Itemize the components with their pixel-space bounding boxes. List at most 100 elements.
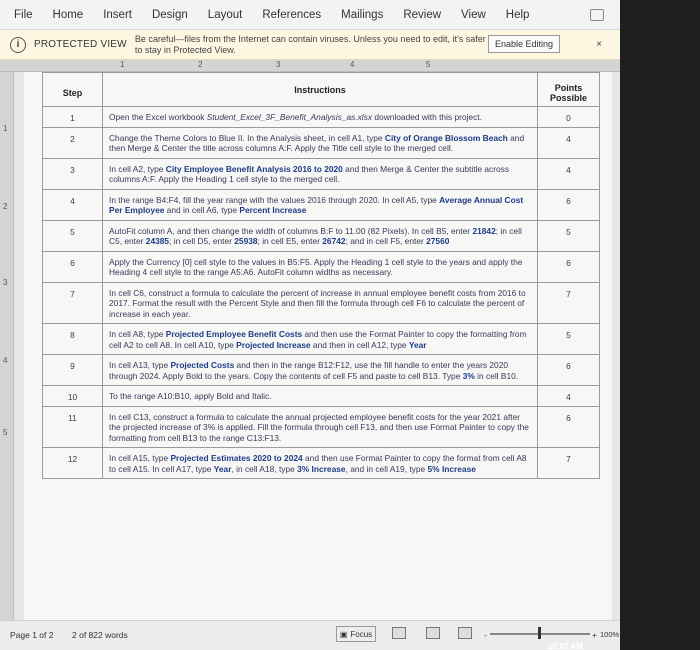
background-desktop <box>620 0 700 650</box>
instruction-segment: in cell B10. <box>474 370 519 381</box>
instruction-highlight: City of Orange Blossom Beach <box>384 132 508 143</box>
menu-mailings[interactable]: Mailings <box>341 9 383 21</box>
enable-editing-button[interactable]: Enable Editing <box>488 35 560 53</box>
points-value: 7 <box>537 447 600 479</box>
points-value: 0 <box>537 106 600 128</box>
instruction-segment: In cell A13, type <box>109 360 171 370</box>
instruction-highlight: Year <box>408 339 427 350</box>
table-row: 5 AutoFit column A, and then change the w… <box>42 219 600 252</box>
taskbar-clock: 10:07 AM <box>548 642 583 650</box>
instruction-segment: Student_Excel_3F_Benefit_Analysis_as.xls… <box>206 112 373 122</box>
zoom-in-button[interactable]: + <box>592 630 597 640</box>
instruction-text: To the range A10:B10, apply Bold and Ita… <box>102 385 538 407</box>
instruction-segment: ; in cell E5, enter <box>257 236 323 246</box>
table-row: 4 In the range B4:F4, fill the year range… <box>42 188 600 221</box>
step-number: 3 <box>42 157 103 190</box>
instruction-highlight: 26742 <box>322 236 346 246</box>
instruction-segment: AutoFit column A, and then change the wi… <box>109 225 473 236</box>
page-count[interactable]: Page 1 of 2 <box>10 630 53 640</box>
points-value: 4 <box>537 157 600 190</box>
instruction-text: Apply the Currency [0] cell style to the… <box>102 250 538 283</box>
header-step: Step <box>42 72 103 107</box>
step-number: 4 <box>42 188 103 221</box>
zoom-slider-knob[interactable] <box>538 627 541 639</box>
menu-help[interactable]: Help <box>506 9 530 21</box>
menu-view[interactable]: View <box>461 9 486 21</box>
step-number: 9 <box>42 354 103 386</box>
word-window: File Home Insert Design Layout Reference… <box>0 0 620 650</box>
vruler-tick: 1 <box>3 124 8 133</box>
ruler-tick: 2 <box>198 60 203 69</box>
table-row: 3 In cell A2, type City Employee Benefit … <box>42 157 600 190</box>
instruction-highlight: 5% Increase <box>427 463 476 474</box>
instruction-text: In cell A2, type City Employee Benefit A… <box>102 157 538 190</box>
instruction-segment: Change the Theme Colors to Blue II. In t… <box>109 132 385 143</box>
instruction-segment: ; in cell D5, enter <box>169 236 235 246</box>
instruction-segment: In the range B4:F4, fill the year range … <box>109 194 440 205</box>
menu-home[interactable]: Home <box>53 9 84 21</box>
table-header-row: Step Instructions Points Possible <box>42 72 600 107</box>
menu-file[interactable]: File <box>14 9 33 21</box>
comments-icon[interactable] <box>590 8 604 21</box>
menu-layout[interactable]: Layout <box>208 9 243 21</box>
points-value: 5 <box>537 219 600 252</box>
table-row: 7 In cell C6, construct a formula to calc… <box>42 281 600 324</box>
instruction-highlight: Projected Costs <box>170 360 235 370</box>
table-row: 6 Apply the Currency [0] cell style to th… <box>42 250 600 283</box>
word-count[interactable]: 2 of 822 words <box>72 630 128 640</box>
instruction-segment: Apply the Currency [0] cell style to the… <box>109 256 523 278</box>
instruction-text: Change the Theme Colors to Blue II. In t… <box>102 126 538 159</box>
table-body: 1 Open the Excel workbook Student_Excel_3… <box>42 106 600 479</box>
instruction-segment: and in cell A6, type <box>164 205 240 215</box>
menu-review[interactable]: Review <box>403 9 441 21</box>
points-value: 7 <box>537 281 600 324</box>
step-number: 5 <box>42 219 103 252</box>
protected-view-message: Be careful—files from the Internet can c… <box>134 33 486 55</box>
focus-button[interactable]: ▣ Focus <box>336 626 376 642</box>
menu-design[interactable]: Design <box>152 9 188 21</box>
instruction-segment: In cell A8, type <box>109 329 166 339</box>
step-number: 8 <box>42 323 103 355</box>
instruction-segment: Open the Excel workbook <box>109 112 207 122</box>
ruler-tick: 4 <box>350 60 355 69</box>
instruction-segment: In cell C6, construct a formula to calcu… <box>109 287 526 319</box>
instructions-table: Step Instructions Points Possible 1 Open … <box>42 72 600 479</box>
horizontal-ruler[interactable]: 1 2 3 4 5 <box>0 60 620 72</box>
print-layout-icon[interactable] <box>426 627 440 639</box>
instruction-highlight: Percent Increase <box>239 205 307 215</box>
instruction-highlight: 24385 <box>145 236 170 246</box>
instruction-highlight: City Employee Benefit Analysis 2016 to 2… <box>165 163 343 174</box>
instruction-segment: downloaded with this project. <box>372 112 482 122</box>
instruction-segment: , in cell A18, type <box>231 463 298 474</box>
web-layout-icon[interactable] <box>458 627 472 639</box>
ruler-tick: 1 <box>120 60 125 69</box>
points-value: 5 <box>537 323 600 355</box>
instruction-text: AutoFit column A, and then change the wi… <box>102 219 538 252</box>
read-mode-icon[interactable] <box>392 627 406 639</box>
instruction-segment: In cell A15, type <box>109 453 171 463</box>
menu-references[interactable]: References <box>262 9 321 21</box>
instruction-text: In cell A15, type Projected Estimates 20… <box>102 447 538 479</box>
document-page[interactable]: Step Instructions Points Possible 1 Open … <box>24 72 612 620</box>
vertical-ruler[interactable]: 1 2 3 4 5 <box>0 72 14 620</box>
vruler-tick: 2 <box>3 202 8 211</box>
status-bar: Page 1 of 2 2 of 822 words ▣ Focus - + 1… <box>0 620 620 650</box>
zoom-level[interactable]: 100% <box>600 630 619 639</box>
ribbon-menu-bar: File Home Insert Design Layout Reference… <box>0 0 620 30</box>
menu-insert[interactable]: Insert <box>103 9 132 21</box>
vruler-tick: 5 <box>3 428 8 437</box>
instruction-segment: and then in cell A12, type <box>310 339 409 350</box>
close-icon[interactable]: × <box>596 39 602 50</box>
table-row: 2 Change the Theme Colors to Blue II. In … <box>42 126 600 159</box>
instruction-highlight: Projected Employee Benefit Costs <box>165 329 303 339</box>
points-value: 4 <box>537 126 600 159</box>
table-row: 1 Open the Excel workbook Student_Excel_3… <box>42 106 600 128</box>
zoom-out-button[interactable]: - <box>484 630 487 640</box>
table-row: 10 To the range A10:B10, apply Bold and I… <box>42 385 600 407</box>
header-instructions: Instructions <box>102 72 538 107</box>
step-number: 11 <box>42 405 103 448</box>
instruction-highlight: Projected Estimates 2020 to 2024 <box>170 453 303 463</box>
info-icon: i <box>10 36 26 53</box>
step-number: 1 <box>42 106 103 128</box>
table-row: 12 In cell A15, type Projected Estimates … <box>42 447 600 479</box>
